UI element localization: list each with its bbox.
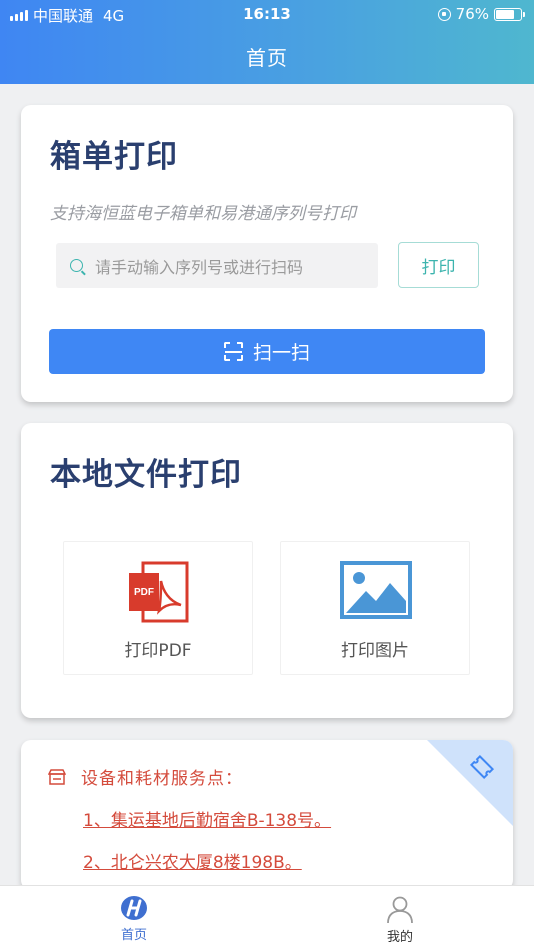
tab-me-label: 我的	[386, 930, 413, 945]
local-print-card: 本地文件打印 PDF 打印PDF 打印图片	[21, 423, 513, 718]
person-icon	[387, 896, 413, 924]
service-item-2[interactable]: 2、北仑兴农大厦8楼198B。	[83, 848, 302, 873]
shop-icon	[48, 768, 66, 785]
status-bar: 中国联通 4G 16:13 76%	[0, 0, 534, 30]
search-icon	[70, 259, 83, 272]
ticket-tag-icon	[427, 740, 513, 826]
service-item-1[interactable]: 1、集运基地后勤宿舍B-138号。	[83, 806, 331, 831]
battery-percent: 76%	[455, 5, 489, 23]
scan-button[interactable]: 扫一扫	[49, 329, 485, 374]
tab-home[interactable]: 首页	[94, 894, 174, 943]
bottom-tab-bar: 首页 我的	[0, 885, 534, 950]
battery-icon	[494, 7, 525, 21]
local-print-title: 本地文件打印	[50, 457, 242, 493]
box-print-subtitle: 支持海恒蓝电子箱单和易港通序列号打印	[50, 204, 356, 224]
image-file-icon	[340, 561, 412, 619]
page-title: 首页	[246, 46, 288, 70]
print-button[interactable]: 打印	[398, 242, 479, 288]
app-header: 中国联通 4G 16:13 76% 首页	[0, 0, 534, 84]
scan-icon	[223, 342, 243, 361]
print-image-label: 打印图片	[341, 641, 409, 661]
box-print-card: 箱单打印 支持海恒蓝电子箱单和易港通序列号打印 请手动输入序列号或进行扫码 打印…	[21, 105, 513, 402]
print-pdf-tile[interactable]: PDF 打印PDF	[63, 541, 253, 675]
service-points-card: 设备和耗材服务点： 1、集运基地后勤宿舍B-138号。 2、北仑兴农大厦8楼19…	[21, 740, 513, 890]
home-logo-icon	[121, 896, 147, 920]
lock-rotation-icon	[437, 7, 451, 21]
search-placeholder: 请手动输入序列号或进行扫码	[95, 257, 304, 277]
scan-button-label: 扫一扫	[252, 342, 310, 364]
pdf-badge-text: PDF	[134, 587, 154, 598]
serial-search-input[interactable]: 请手动输入序列号或进行扫码	[56, 243, 378, 288]
service-title: 设备和耗材服务点：	[81, 769, 243, 789]
tab-me[interactable]: 我的	[360, 894, 440, 945]
print-pdf-label: 打印PDF	[124, 641, 192, 661]
pdf-file-icon: PDF	[129, 561, 189, 623]
tab-home-label: 首页	[120, 928, 147, 943]
print-image-tile[interactable]: 打印图片	[280, 541, 470, 675]
box-print-title: 箱单打印	[50, 139, 178, 175]
